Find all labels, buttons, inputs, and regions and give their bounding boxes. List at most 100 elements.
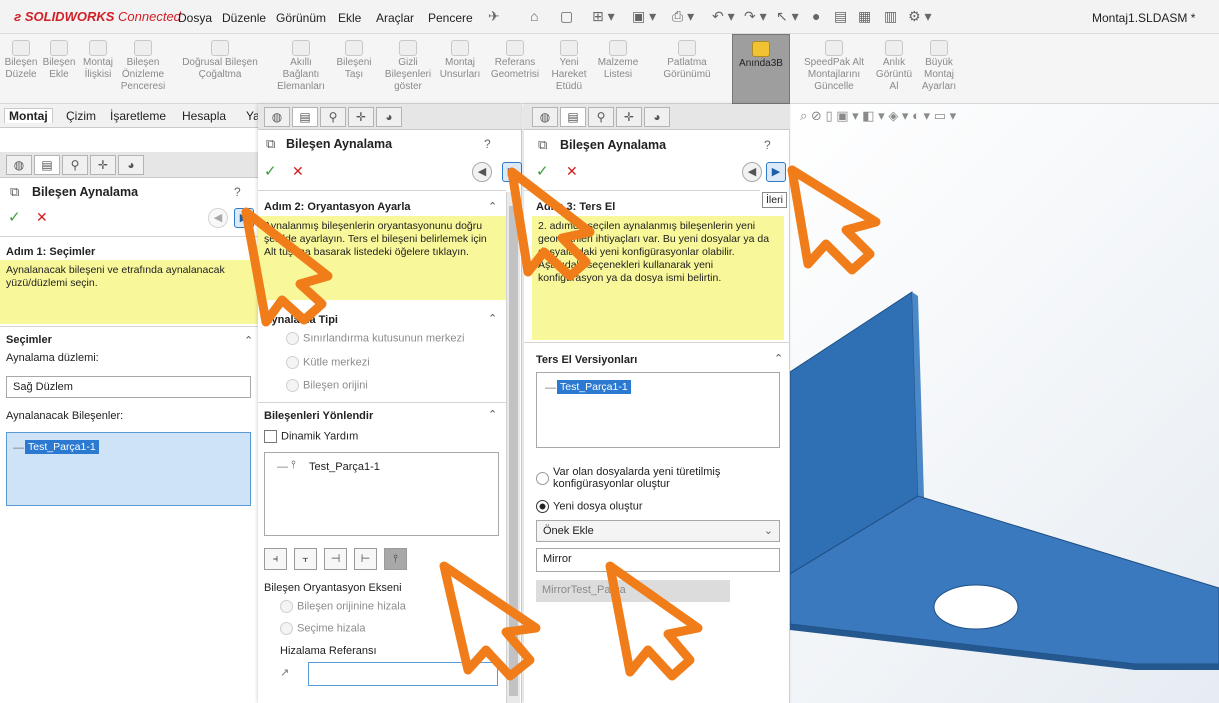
ok-button[interactable]: ✓	[536, 162, 549, 180]
graphics-viewport[interactable]: ⌕ ⊘ ▯ ▣ ▾ ◧ ▾ ◈ ▾ ◐ ▾ ▭ ▾	[790, 104, 1219, 703]
cmd-patlatma-gorunumu[interactable]: Patlatma Görünümü	[646, 34, 728, 104]
cmd-referans-geometrisi[interactable]: Referans Geometrisi	[486, 34, 544, 104]
redo-icon[interactable]: ↷ ▾	[744, 8, 767, 25]
section-header-yonlendir[interactable]: Bileşenleri Yönlendir	[264, 410, 373, 422]
radio-button[interactable]	[286, 356, 299, 369]
section-header-secimler[interactable]: Seçimler	[6, 334, 52, 346]
help-icon[interactable]: ?	[234, 185, 241, 199]
cmd-buyuk-montaj[interactable]: Büyük Montaj Ayarları	[916, 34, 962, 104]
propertymanager-tab-icon[interactable]: ▤	[292, 107, 318, 127]
radio-button[interactable]	[286, 332, 299, 345]
file-properties-icon[interactable]: ▤	[834, 8, 847, 25]
help-icon[interactable]: ?	[484, 137, 491, 151]
radio-button[interactable]	[536, 472, 549, 485]
mirror-plane-field[interactable]: Sağ Düzlem	[6, 376, 251, 398]
option-existing-files[interactable]: Var olan dosyalarda yeni türetilmiş konf…	[536, 466, 756, 490]
section-header-aynalama-tipi[interactable]: Aynalama Tipi	[264, 314, 338, 326]
mirrored-part-model[interactable]	[790, 104, 1219, 703]
next-button[interactable]: ▶	[766, 162, 786, 182]
featuremanager-tab-icon[interactable]: ◍	[264, 107, 290, 127]
ok-button[interactable]: ✓	[8, 208, 21, 226]
appearance-tab-icon[interactable]: ◕	[376, 107, 402, 127]
cmd-yeni-hareket[interactable]: Yeni Hareket Etüdü	[548, 34, 590, 104]
scrollbar[interactable]	[506, 192, 520, 703]
dimxpert-tab-icon[interactable]: ✛	[90, 155, 116, 175]
collapse-icon[interactable]: ⌃	[488, 312, 497, 325]
section-header-ters-el[interactable]: Ters El Versiyonları	[536, 354, 637, 366]
cmd-malzeme-listesi[interactable]: Malzeme Listesi	[592, 34, 644, 104]
featuremanager-tab-icon[interactable]: ◍	[532, 107, 558, 127]
featuremanager-tab-icon[interactable]: ◍	[6, 155, 32, 175]
propertymanager-tab-icon[interactable]: ▤	[34, 155, 60, 175]
menu-pencere[interactable]: Pencere	[428, 11, 473, 25]
gear-icon[interactable]: ⚙ ▾	[908, 8, 931, 25]
axis-option[interactable]: Bileşen orijinine hizala	[280, 600, 406, 613]
configurationmanager-tab-icon[interactable]: ⚲	[62, 155, 88, 175]
orientation-mirror-z-button[interactable]: ⊣	[324, 548, 347, 570]
next-button[interactable]: ▶	[234, 208, 254, 228]
appearance-tab-icon[interactable]: ◕	[644, 107, 670, 127]
rebuild-icon[interactable]: ●	[812, 8, 820, 24]
checkbox[interactable]	[264, 430, 277, 443]
axis-option[interactable]: Seçime hizala	[280, 622, 365, 635]
radio-button[interactable]	[286, 379, 299, 392]
cmd-montaj-iliskisi[interactable]: Montaj İlişkisi	[78, 34, 118, 104]
orient-components-list[interactable]: — ⫯ Test_Parça1-1	[264, 452, 499, 536]
mirror-type-option[interactable]: Sınırlandırma kutusunun merkezi	[286, 332, 464, 345]
scrollbar-thumb[interactable]	[509, 206, 518, 696]
collapse-icon[interactable]: ⌃	[244, 334, 253, 347]
cancel-button[interactable]: ✕	[566, 163, 578, 180]
components-list[interactable]: — Test_Parça1-1	[6, 432, 251, 506]
select-icon[interactable]: ↖ ▾	[776, 8, 799, 25]
print-icon[interactable]: ⎙ ▾	[672, 8, 694, 25]
view-icon[interactable]: ▥	[884, 8, 897, 25]
next-button[interactable]: ▶	[502, 162, 522, 182]
cmd-bilesen-ekle[interactable]: Bileşen Ekle	[40, 34, 78, 104]
menu-ekle[interactable]: Ekle	[338, 11, 361, 25]
save-icon[interactable]: ▣ ▾	[632, 8, 656, 25]
cmd-bilesen-duzele[interactable]: Bileşen Düzele	[2, 34, 40, 104]
tab-isaretleme[interactable]: İşaretleme	[110, 109, 166, 123]
prefix-input[interactable]: Mirror	[536, 548, 780, 572]
cmd-akilli-baglanti[interactable]: Akıllı Bağlantı Elemanları	[272, 34, 330, 104]
appearance-tab-icon[interactable]: ◕	[118, 155, 144, 175]
dimxpert-tab-icon[interactable]: ✛	[348, 107, 374, 127]
menu-gorunum[interactable]: Görünüm	[276, 11, 326, 25]
cmd-bileseni-tasi[interactable]: Bileşeni Taşı	[330, 34, 378, 104]
propertymanager-tab-icon[interactable]: ▤	[560, 107, 586, 127]
home-icon[interactable]: ⌂	[530, 8, 538, 24]
configurationmanager-tab-icon[interactable]: ⚲	[320, 107, 346, 127]
dynamic-help-checkbox[interactable]: Dinamik Yardım	[264, 430, 358, 443]
back-button[interactable]: ◀	[472, 162, 492, 182]
mirror-type-option[interactable]: Kütle merkezi	[286, 356, 370, 369]
radio-button[interactable]	[280, 600, 293, 613]
new-document-icon[interactable]: ▢	[560, 8, 573, 25]
undo-icon[interactable]: ↶ ▾	[712, 8, 735, 25]
menu-dosya[interactable]: Dosya	[178, 11, 212, 25]
dimxpert-tab-icon[interactable]: ✛	[616, 107, 642, 127]
mirror-type-option[interactable]: Bileşen orijini	[286, 379, 368, 392]
cmd-speedpak[interactable]: SpeedPak Alt Montajlarını Güncelle	[796, 34, 872, 104]
collapse-icon[interactable]: ⌃	[488, 200, 497, 213]
pin-icon[interactable]: ✈	[488, 8, 500, 25]
back-button[interactable]: ◀	[208, 208, 228, 228]
list-item[interactable]: Test_Parça1-1	[557, 380, 631, 394]
menu-duzenle[interactable]: Düzenle	[222, 11, 266, 25]
list-item[interactable]: Test_Parça1-1	[309, 461, 380, 473]
tab-cizim[interactable]: Çizim	[66, 109, 96, 123]
opposite-hand-versions-list[interactable]: — Test_Parça1-1	[536, 372, 780, 448]
cmd-aninda3b[interactable]: Anında3B	[732, 34, 790, 104]
tab-montaj[interactable]: Montaj	[4, 108, 53, 123]
tab-hesapla[interactable]: Hesapla	[182, 109, 226, 123]
cmd-gizli-bilesenler[interactable]: Gizli Bileşenleri göster	[380, 34, 436, 104]
cmd-montaj-unsurlari[interactable]: Montaj Unsurları	[436, 34, 484, 104]
menu-araclar[interactable]: Araçlar	[376, 11, 414, 25]
back-button[interactable]: ◀	[742, 162, 762, 182]
collapse-icon[interactable]: ⌃	[774, 352, 783, 365]
orientation-mirror-y-button[interactable]: ⫟	[294, 548, 317, 570]
cancel-button[interactable]: ✕	[36, 209, 48, 226]
options-icon[interactable]: ▦	[858, 8, 871, 25]
cmd-dogrusal-cogaltma[interactable]: Doğrusal Bileşen Çoğaltma	[170, 34, 270, 104]
orientation-mirror-x-button[interactable]: ⫞	[264, 548, 287, 570]
orientation-rotate-button[interactable]: ⊢	[354, 548, 377, 570]
